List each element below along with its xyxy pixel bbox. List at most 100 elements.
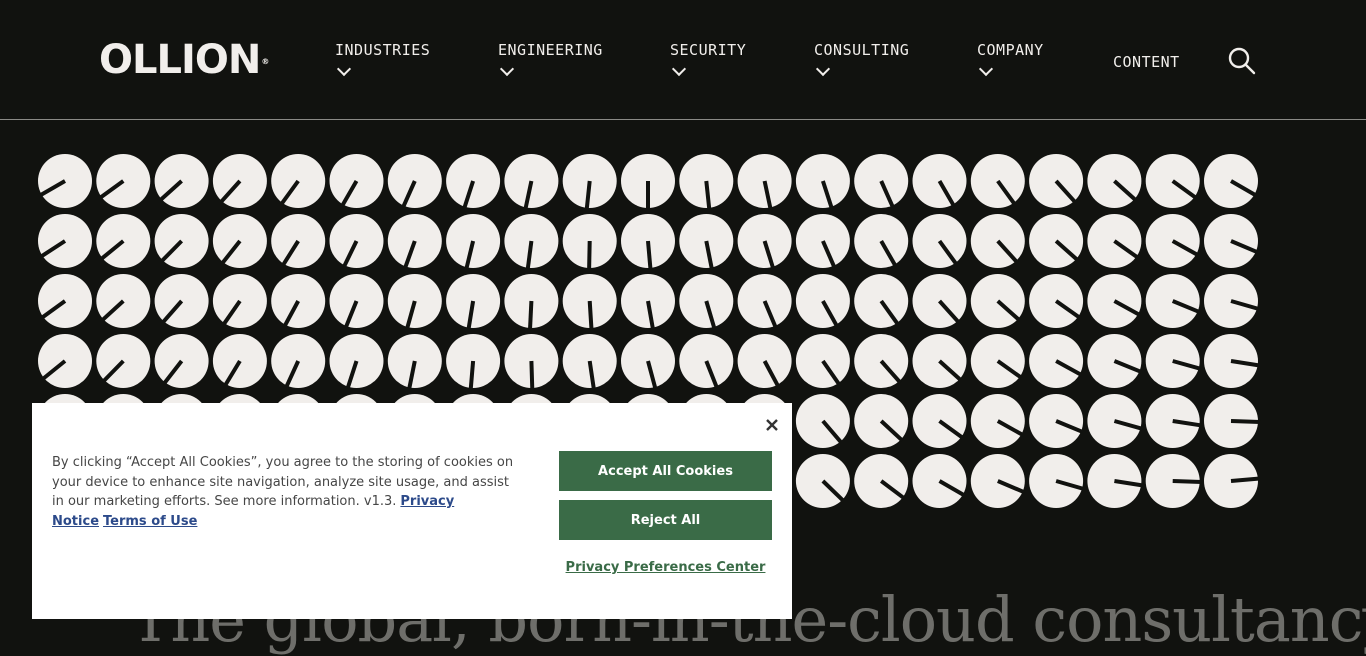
dial bbox=[913, 214, 967, 268]
dial bbox=[388, 214, 442, 268]
dial bbox=[388, 274, 442, 329]
dial bbox=[1204, 394, 1260, 448]
dial bbox=[1029, 214, 1083, 268]
dial bbox=[1087, 214, 1141, 268]
chevron-down-icon bbox=[672, 62, 686, 76]
nav-content[interactable]: CONTENT bbox=[1113, 52, 1180, 72]
close-icon[interactable] bbox=[762, 415, 782, 435]
dial bbox=[504, 214, 558, 270]
dial bbox=[1204, 214, 1258, 268]
dial bbox=[738, 274, 792, 328]
dial bbox=[913, 154, 967, 208]
dial bbox=[213, 274, 267, 328]
dial bbox=[738, 154, 792, 209]
dial bbox=[1087, 154, 1141, 208]
dial bbox=[971, 454, 1025, 508]
dial bbox=[446, 154, 500, 209]
dial bbox=[796, 154, 850, 209]
dial bbox=[1146, 154, 1200, 208]
dial bbox=[1204, 334, 1260, 388]
site-header: OLLION® INDUSTRIES ENGINEERING SECURITY … bbox=[0, 0, 1366, 120]
dial bbox=[913, 274, 967, 328]
terms-of-use-link[interactable]: Terms of Use bbox=[103, 514, 197, 529]
chevron-down-icon bbox=[337, 62, 351, 76]
dial bbox=[446, 214, 500, 269]
dial bbox=[155, 154, 209, 208]
reject-all-button[interactable]: Reject All bbox=[559, 500, 772, 540]
dial bbox=[621, 154, 675, 210]
dial bbox=[1146, 454, 1202, 508]
chevron-down-icon bbox=[979, 62, 993, 76]
dial bbox=[563, 214, 617, 270]
dial bbox=[330, 334, 384, 389]
chevron-down-icon bbox=[816, 62, 830, 76]
nav-company[interactable]: COMPANY bbox=[977, 40, 1044, 74]
dial bbox=[679, 154, 733, 210]
cookie-consent-banner: By clicking “Accept All Cookies”, you ag… bbox=[32, 403, 792, 619]
dial bbox=[388, 154, 442, 208]
privacy-preferences-center-link[interactable]: Privacy Preferences Center bbox=[559, 560, 772, 575]
dial bbox=[155, 214, 209, 268]
dial bbox=[971, 214, 1025, 268]
dial bbox=[563, 274, 617, 330]
nav-label: CONSULTING bbox=[814, 40, 909, 60]
nav-security[interactable]: SECURITY bbox=[670, 40, 746, 74]
dial bbox=[38, 334, 92, 388]
dial bbox=[971, 394, 1025, 448]
dial bbox=[213, 214, 267, 268]
nav-label: INDUSTRIES bbox=[335, 40, 430, 60]
dial bbox=[913, 334, 967, 388]
dial bbox=[738, 334, 792, 388]
dial bbox=[38, 274, 92, 328]
accept-all-cookies-button[interactable]: Accept All Cookies bbox=[559, 451, 772, 491]
dial bbox=[213, 334, 267, 388]
dial bbox=[96, 214, 150, 268]
dial bbox=[271, 334, 325, 388]
dial bbox=[1087, 454, 1143, 508]
nav-engineering[interactable]: ENGINEERING bbox=[498, 40, 603, 74]
dial bbox=[96, 274, 150, 328]
dial bbox=[1204, 154, 1258, 208]
dial bbox=[854, 454, 908, 508]
dial bbox=[796, 334, 850, 388]
nav-consulting[interactable]: CONSULTING bbox=[814, 40, 909, 74]
dial bbox=[971, 154, 1025, 208]
dial bbox=[1146, 214, 1200, 268]
search-icon[interactable] bbox=[1228, 47, 1256, 75]
dial bbox=[679, 274, 733, 329]
dial bbox=[854, 334, 908, 388]
dial bbox=[1146, 334, 1201, 388]
dial bbox=[563, 154, 617, 210]
dial bbox=[679, 334, 733, 388]
dial bbox=[913, 454, 967, 508]
dial bbox=[96, 154, 150, 208]
dial bbox=[621, 334, 675, 389]
dial bbox=[679, 214, 733, 269]
dial bbox=[854, 274, 908, 328]
nav-industries[interactable]: INDUSTRIES bbox=[335, 40, 430, 74]
dial bbox=[621, 214, 675, 270]
dial bbox=[213, 154, 267, 208]
dial bbox=[1146, 394, 1202, 448]
dial bbox=[1029, 274, 1083, 328]
dial bbox=[854, 214, 908, 268]
dial bbox=[1029, 394, 1083, 448]
dial bbox=[796, 274, 850, 328]
dial bbox=[504, 334, 558, 390]
dial bbox=[330, 154, 384, 208]
dial bbox=[796, 454, 850, 508]
cookie-description: By clicking “Accept All Cookies”, you ag… bbox=[52, 453, 522, 531]
dial bbox=[1087, 274, 1141, 328]
dial bbox=[1087, 334, 1141, 388]
dial bbox=[796, 394, 850, 448]
dial bbox=[271, 274, 325, 328]
dial bbox=[330, 214, 384, 268]
dial bbox=[854, 154, 908, 208]
dial bbox=[971, 274, 1025, 328]
dial bbox=[446, 274, 500, 330]
dial bbox=[971, 334, 1025, 388]
ollion-logo[interactable]: OLLION® bbox=[99, 40, 268, 80]
dial bbox=[155, 274, 209, 328]
dial bbox=[563, 334, 617, 390]
nav-label: SECURITY bbox=[670, 40, 746, 60]
